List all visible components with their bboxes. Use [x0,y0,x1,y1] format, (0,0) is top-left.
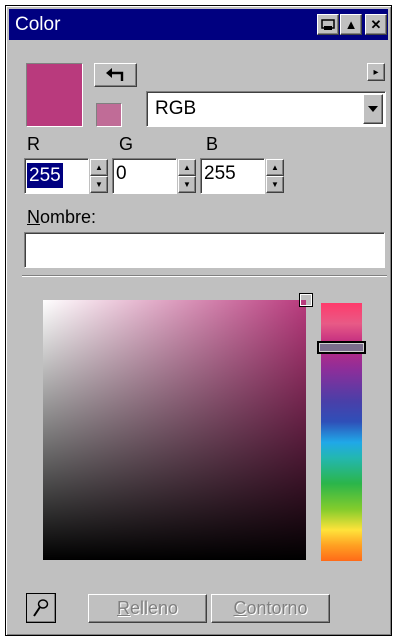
eyedropper-button[interactable] [26,593,56,623]
menu-arrow-icon: ▸ [373,66,379,78]
spin-up-icon: ▲ [95,162,103,172]
g-spin-down[interactable]: ▼ [178,176,196,193]
current-color-swatch [26,63,83,127]
r-spinner[interactable]: ▲ ▼ [90,159,108,193]
name-input[interactable] [24,232,385,268]
b-spin-up[interactable]: ▲ [266,159,284,176]
spin-down-icon: ▼ [183,179,191,189]
color-model-value: RGB [155,98,197,119]
g-spinner[interactable]: ▲ ▼ [178,159,196,193]
color-docker: Color ▲ ✕ ▸ RGB R G B 255 ▲ ▼ 0 ▲ ▼ 255 … [5,5,392,636]
color-model-select[interactable]: RGB [146,91,386,127]
triangle-up-icon: ▲ [344,17,358,32]
dropdown-arrow-button[interactable] [363,94,383,124]
fill-button[interactable]: Relleno [88,594,207,623]
g-spin-up[interactable]: ▲ [178,159,196,176]
spin-down-icon: ▼ [271,179,279,189]
color-plane-marker[interactable] [299,293,313,307]
spin-down-icon: ▼ [95,179,103,189]
previous-color-swatch[interactable] [96,103,122,127]
return-arrow-icon [105,68,123,81]
separator [22,275,387,277]
title-bar[interactable]: Color ▲ ✕ [9,9,388,40]
r-channel-label: R [27,134,40,154]
options-menu-button[interactable]: ▸ [367,63,385,81]
window-title: Color [15,14,61,35]
g-channel-label: G [119,134,134,154]
color-plane-value [43,300,306,560]
b-spinner[interactable]: ▲ ▼ [266,159,284,193]
color-plane[interactable] [43,300,306,560]
dock-icon [321,18,335,30]
r-spin-up[interactable]: ▲ [90,159,108,176]
g-value-input[interactable]: 0 [112,158,177,194]
close-button[interactable]: ✕ [365,14,387,35]
r-spin-down[interactable]: ▼ [90,176,108,193]
name-label: Nombre: [27,207,97,227]
outline-button[interactable]: Contorno [211,594,330,623]
spin-up-icon: ▲ [183,162,191,172]
roll-up-button[interactable]: ▲ [340,14,362,35]
chevron-down-icon [368,106,378,112]
b-value-input[interactable]: 255 [200,158,265,194]
hue-slider-thumb[interactable] [317,340,366,354]
swap-color-button[interactable] [94,63,137,87]
r-value-text: 255 [27,163,63,188]
outline-button-label: Contorno [233,598,308,618]
close-icon: ✕ [370,17,382,32]
eyedropper-icon [33,599,49,617]
dock-button[interactable] [317,14,339,35]
b-channel-label: B [206,134,219,154]
spin-up-icon: ▲ [271,162,279,172]
g-value-text: 0 [116,163,127,184]
r-value-input[interactable]: 255 [24,158,89,194]
b-spin-down[interactable]: ▼ [266,176,284,193]
b-value-text: 255 [204,163,236,184]
fill-button-label: Relleno [116,598,179,618]
